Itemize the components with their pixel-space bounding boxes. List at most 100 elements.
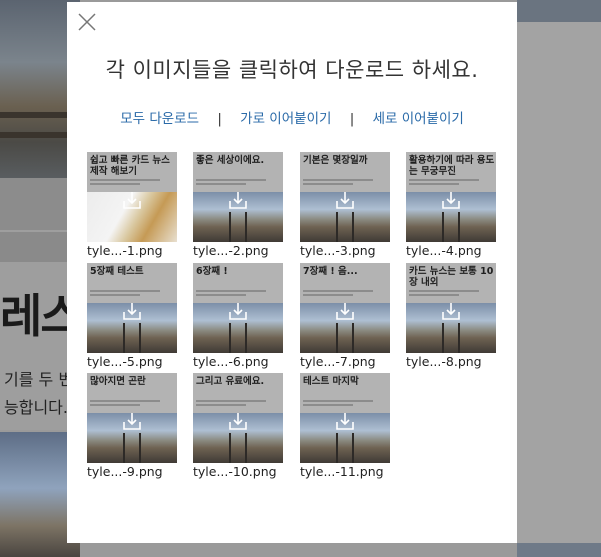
file-name: tyle...-5.png (87, 354, 163, 369)
card-heading: 많아지면 곤란 (90, 376, 146, 387)
card-subtext (90, 294, 140, 296)
download-icon[interactable] (335, 411, 355, 431)
image-thumbnail[interactable]: 많아지면 곤란 (87, 373, 177, 463)
card-subtext (90, 404, 140, 406)
card-subtext (196, 179, 266, 181)
image-thumbnail[interactable]: 7장째 ! 음... (300, 263, 390, 353)
card-heading: 카드 뉴스는 보통 10장 내외 (409, 266, 494, 288)
image-tile[interactable]: 5장째 테스트 tyle...-5.png (87, 263, 179, 369)
download-icon[interactable] (228, 411, 248, 431)
download-icon[interactable] (441, 301, 461, 321)
card-subtext (303, 400, 373, 402)
image-tile[interactable]: 테스트 마지막 tyle...-11.png (300, 373, 392, 479)
image-tile[interactable]: 6장째 ! tyle...-6.png (193, 263, 285, 369)
background-text-line-1: 기를 두 번 (4, 370, 74, 389)
modal-title: 각 이미지들을 클릭하여 다운로드 하세요. (105, 58, 479, 82)
image-tile[interactable]: 그리고 유료에요. tyle...-10.png (193, 373, 285, 479)
card-heading: 그리고 유료에요. (196, 376, 265, 387)
card-photo-track (226, 433, 250, 463)
card-subtext (196, 294, 246, 296)
link-separator: | (349, 111, 355, 127)
background-right-strip (517, 0, 601, 557)
card-subtext (90, 179, 160, 181)
download-icon[interactable] (122, 411, 142, 431)
card-heading: 활용하기에 따라 용도는 무궁무진 (409, 155, 495, 177)
image-tile[interactable]: 7장째 ! 음... tyle...-7.png (300, 263, 392, 369)
card-subtext (409, 183, 459, 185)
download-modal: 각 이미지들을 클릭하여 다운로드 하세요. 모두 다운로드 | 가로 이어붙이… (67, 2, 517, 543)
card-photo-track (226, 323, 250, 353)
image-thumbnail[interactable]: 카드 뉴스는 보통 10장 내외 (406, 263, 496, 353)
file-name: tyle...-8.png (406, 354, 482, 369)
background-text-line-2: 능합니다. (4, 398, 68, 417)
join-vertical-link[interactable]: 세로 이어붙이기 (373, 111, 464, 127)
card-photo-track (333, 323, 357, 353)
file-name: tyle...-6.png (193, 354, 269, 369)
card-photo-track (120, 433, 144, 463)
file-name: tyle...-11.png (300, 464, 384, 479)
download-icon[interactable] (441, 190, 461, 210)
card-subtext (409, 294, 459, 296)
background-right-photo-bottom (517, 543, 601, 557)
card-subtext (409, 179, 479, 181)
file-name: tyle...-4.png (406, 243, 482, 258)
card-subtext (303, 183, 353, 185)
close-icon[interactable] (77, 12, 97, 32)
download-icon[interactable] (122, 301, 142, 321)
card-heading: 좋은 세상이에요. (196, 155, 265, 166)
join-horizontal-link[interactable]: 가로 이어붙이기 (240, 111, 331, 127)
download-options: 모두 다운로드 | 가로 이어붙이기 | 세로 이어붙이기 (67, 107, 517, 127)
image-thumbnail[interactable]: 기본은 몇장일까 (300, 152, 390, 242)
card-heading: 테스트 마지막 (303, 376, 359, 387)
card-subtext (196, 290, 266, 292)
download-icon[interactable] (228, 301, 248, 321)
card-photo-track (120, 323, 144, 353)
download-all-link[interactable]: 모두 다운로드 (120, 111, 199, 127)
image-tile[interactable]: 좋은 세상이에요. tyle...-2.png (193, 152, 285, 258)
image-thumbnail[interactable]: 6장째 ! (193, 263, 283, 353)
card-subtext (90, 290, 160, 292)
file-name: tyle...-1.png (87, 243, 163, 258)
image-tile[interactable]: 기본은 몇장일까 tyle...-3.png (300, 152, 392, 258)
download-icon[interactable] (335, 190, 355, 210)
image-thumbnail[interactable]: 테스트 마지막 (300, 373, 390, 463)
download-icon[interactable] (228, 190, 248, 210)
file-name: tyle...-3.png (300, 243, 376, 258)
card-photo-track (226, 212, 250, 242)
card-heading: 5장째 테스트 (90, 266, 144, 277)
file-name: tyle...-2.png (193, 243, 269, 258)
image-tile[interactable]: 쉽고 빠른 카드 뉴스 제작 해보기 tyle...-1.png (87, 152, 179, 258)
image-tile[interactable]: 활용하기에 따라 용도는 무궁무진 tyle...-4.png (406, 152, 498, 258)
link-separator: | (217, 111, 222, 127)
image-thumbnail[interactable]: 그리고 유료에요. (193, 373, 283, 463)
card-heading: 7장째 ! 음... (303, 266, 358, 277)
image-tile[interactable]: 카드 뉴스는 보통 10장 내외 tyle...-8.png (406, 263, 498, 369)
background-right-photo (517, 0, 601, 22)
file-name: tyle...-10.png (193, 464, 277, 479)
card-photo-track (333, 433, 357, 463)
image-thumbnail[interactable]: 5장째 테스트 (87, 263, 177, 353)
card-subtext (409, 290, 479, 292)
file-name: tyle...-7.png (300, 354, 376, 369)
card-heading: 쉽고 빠른 카드 뉴스 제작 해보기 (90, 155, 170, 177)
card-subtext (196, 404, 246, 406)
card-subtext (196, 183, 246, 185)
card-subtext (196, 400, 266, 402)
download-icon[interactable] (122, 190, 142, 210)
card-heading: 기본은 몇장일까 (303, 155, 368, 166)
card-subtext (303, 404, 353, 406)
card-subtext (303, 294, 353, 296)
card-subtext (303, 290, 373, 292)
file-name: tyle...-9.png (87, 464, 163, 479)
card-subtext (90, 400, 160, 402)
card-photo-track (333, 212, 357, 242)
download-icon[interactable] (335, 301, 355, 321)
card-photo-track (439, 212, 463, 242)
image-thumbnail[interactable]: 좋은 세상이에요. (193, 152, 283, 242)
image-tile[interactable]: 많아지면 곤란 tyle...-9.png (87, 373, 179, 479)
image-thumbnail[interactable]: 활용하기에 따라 용도는 무궁무진 (406, 152, 496, 242)
image-thumbnail[interactable]: 쉽고 빠른 카드 뉴스 제작 해보기 (87, 152, 177, 242)
card-subtext (303, 179, 373, 181)
card-photo-track (439, 323, 463, 353)
card-subtext (90, 183, 140, 185)
